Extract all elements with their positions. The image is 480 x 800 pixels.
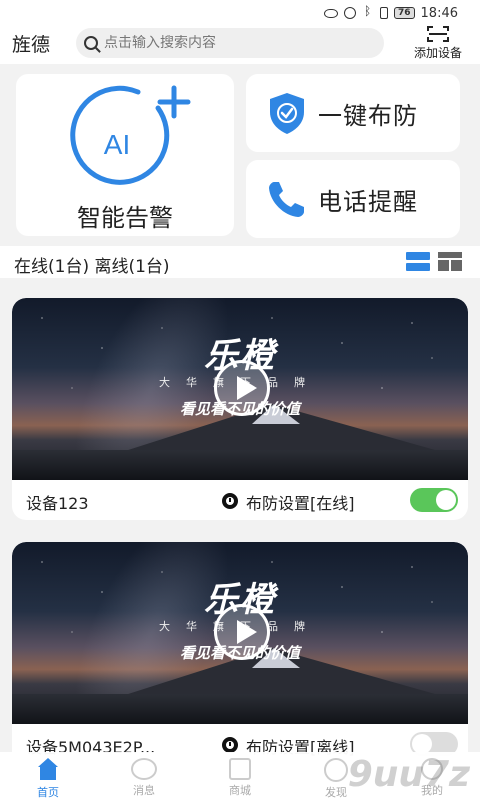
search-input[interactable] (104, 35, 374, 51)
tab-label: 消息 (133, 784, 155, 797)
alarm-clock-icon (222, 493, 238, 509)
phone-reminder-button[interactable]: 电话提醒 (246, 160, 460, 238)
ai-alarm-card[interactable]: AI 智能告警 (16, 74, 234, 236)
arm-toggle[interactable] (410, 488, 458, 512)
battery-icon: 76 (394, 7, 415, 19)
device-card: 乐橙 大华旗下品牌 看见看不见的价值 设备123 布防设置[在线] (12, 298, 468, 520)
scan-icon (427, 26, 449, 42)
ai-icon-text: AI (104, 129, 130, 160)
play-icon[interactable] (214, 604, 270, 660)
message-icon (131, 758, 157, 780)
ai-alarm-label: 智能告警 (77, 204, 173, 232)
tab-label: 商城 (229, 784, 251, 797)
arm-settings-status[interactable]: 布防设置[在线] (246, 490, 355, 514)
search-icon (84, 36, 98, 50)
status-time: 18:46 (420, 5, 458, 21)
alarm-clock-icon (222, 737, 238, 753)
discover-icon (324, 758, 348, 782)
bottom-tab-bar: 首页 消息 商城 发现 我的 9uu7z (0, 752, 480, 800)
tab-messages[interactable]: 消息 (96, 752, 192, 800)
home-icon (35, 758, 61, 782)
list-view-icon[interactable] (406, 252, 430, 272)
tab-shop[interactable]: 商城 (192, 752, 288, 800)
shield-check-icon (270, 93, 304, 134)
tab-label: 首页 (37, 786, 59, 799)
search-bar[interactable] (76, 28, 384, 58)
app-header: 旌德 添加设备 (0, 26, 480, 64)
tab-label: 发现 (325, 786, 347, 799)
phone-reminder-label: 电话提醒 (318, 187, 418, 216)
shop-icon (229, 758, 251, 780)
eye-comfort-icon (324, 8, 338, 18)
one-key-arm-button[interactable]: 一键布防 (246, 74, 460, 152)
device-thumbnail[interactable]: 乐橙 大华旗下品牌 看见看不见的价值 (12, 298, 468, 480)
play-icon[interactable] (214, 360, 270, 416)
grid-view-icon[interactable] (438, 252, 462, 272)
device-name[interactable]: 设备123 (26, 490, 89, 514)
bluetooth-icon (362, 4, 374, 19)
online-offline-count: 在线(1台) 离线(1台) (14, 257, 170, 277)
add-device-label: 添加设备 (413, 46, 462, 60)
one-key-arm-label: 一键布防 (318, 101, 418, 130)
tab-home[interactable]: 首页 (0, 752, 96, 800)
vibrate-icon (380, 7, 388, 19)
alarm-clock-icon (344, 7, 356, 19)
device-card: 乐橙 大华旗下品牌 看见看不见的价值 设备5M043E2P... 布防设置[离线… (12, 542, 468, 772)
add-device-button[interactable]: 添加设备 (404, 26, 472, 64)
phone-icon (269, 182, 304, 217)
city-selector[interactable]: 旌德 (12, 30, 50, 57)
status-bar: 76 18:46 (0, 0, 480, 26)
device-thumbnail[interactable]: 乐橙 大华旗下品牌 看见看不见的价值 (12, 542, 468, 724)
watermark: 9uu7z (347, 754, 470, 795)
device-summary-bar: 在线(1台) 离线(1台) (0, 246, 480, 278)
device-info-row: 设备123 布防设置[在线] (12, 480, 468, 520)
ai-alarm-icon: AI (70, 85, 191, 185)
